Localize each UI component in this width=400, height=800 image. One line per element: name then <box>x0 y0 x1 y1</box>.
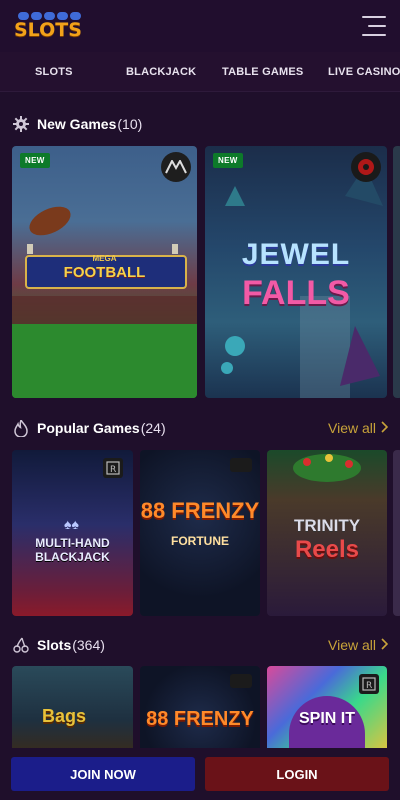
category-nav: SLOTS BLACKJACK TABLE GAMES LIVE CASINO <box>0 52 400 92</box>
game-title: 88 FRENZY <box>146 708 254 730</box>
join-now-button[interactable]: JOIN NOW <box>11 757 195 791</box>
bottom-action-bar: JOIN NOW LOGIN <box>0 748 400 800</box>
nav-item-table-games[interactable]: TABLE GAMES <box>222 66 303 78</box>
hamburger-menu-icon[interactable] <box>362 16 386 36</box>
section-title-popular-games: Popular Games <box>37 420 140 436</box>
brand-logo[interactable]: SLOTS <box>14 12 82 40</box>
login-button[interactable]: LOGIN <box>205 757 389 791</box>
game-card-partial[interactable] <box>393 450 400 616</box>
trinity-art <box>293 454 361 482</box>
provider-betsoft-icon <box>230 458 252 472</box>
game-subtitle: Reels <box>294 536 360 563</box>
game-title: 88 FRENZY <box>140 498 260 523</box>
game-subtitle: MEGA <box>92 254 117 263</box>
chevron-right-icon <box>381 637 389 653</box>
nav-item-slots[interactable]: SLOTS <box>35 66 73 78</box>
provider-r-icon: R <box>103 458 123 478</box>
section-count-slots: (364) <box>72 637 105 653</box>
provider-red-icon <box>351 152 381 182</box>
new-badge: NEW <box>213 153 243 168</box>
view-all-label: View all <box>328 420 376 436</box>
game-title: TRINITY <box>293 516 361 535</box>
game-subtitle: BLACKJACK <box>35 550 110 564</box>
game-title: FOOTBALL <box>63 264 146 281</box>
game-title: MULTI-HAND <box>35 536 110 550</box>
svg-text:R: R <box>366 681 372 691</box>
section-header-popular-games: Popular Games (24) View all <box>12 418 389 438</box>
chevron-right-icon <box>381 420 389 436</box>
game-subtitle: FORTUNE <box>171 534 229 548</box>
game-card-football[interactable]: MEGA FOOTBALL NEW <box>12 146 197 398</box>
game-card-bags[interactable]: Bags <box>12 666 133 756</box>
logo-text: SLOTS <box>14 19 82 41</box>
section-count-new-games: (10) <box>117 116 143 132</box>
new-badge: NEW <box>20 153 50 168</box>
header: SLOTS <box>0 0 400 52</box>
view-all-label: View all <box>328 637 376 653</box>
game-title: JEWEL <box>241 238 351 271</box>
game-title: SPIN IT <box>298 710 355 727</box>
provider-betsoft-icon <box>230 674 252 688</box>
view-all-popular-link[interactable]: View all <box>328 420 389 436</box>
game-card-88-frenzy-fortune[interactable]: 88 FRENZY FORTUNE <box>140 450 260 616</box>
nav-item-blackjack[interactable]: BLACKJACK <box>126 66 196 78</box>
section-count-popular-games: (24) <box>140 420 166 436</box>
view-all-slots-link[interactable]: View all <box>328 637 389 653</box>
cherry-icon <box>12 636 30 654</box>
spade-icon: ♠♠ <box>64 516 79 532</box>
game-subtitle: FALLS <box>242 274 350 312</box>
section-title-slots: Slots <box>37 637 72 653</box>
section-header-new-games: New Games (10) <box>12 114 388 134</box>
svg-text:R: R <box>110 465 116 475</box>
section-title-new-games: New Games <box>37 116 117 132</box>
game-title: Bags <box>42 706 87 726</box>
provider-r-icon: R <box>359 674 379 694</box>
section-header-slots: Slots (364) View all <box>12 635 389 655</box>
gear-icon <box>12 115 30 133</box>
game-card-trinity-reels[interactable]: TRINITY Reels <box>267 450 387 616</box>
flame-icon <box>12 419 30 437</box>
provider-m-icon <box>161 152 191 182</box>
game-card-jewel-falls[interactable]: JEWEL FALLS NEW <box>205 146 387 398</box>
game-card-partial[interactable] <box>393 146 400 398</box>
jewel-falls-art <box>221 166 383 398</box>
nav-item-live-casino[interactable]: LIVE CASINO <box>328 66 400 78</box>
game-card-spin-it[interactable]: SPIN IT R <box>267 666 387 756</box>
game-card-88-frenzy[interactable]: 88 FRENZY <box>140 666 260 756</box>
game-card-multi-hand-blackjack[interactable]: ♠♠ MULTI-HAND BLACKJACK R <box>12 450 133 616</box>
